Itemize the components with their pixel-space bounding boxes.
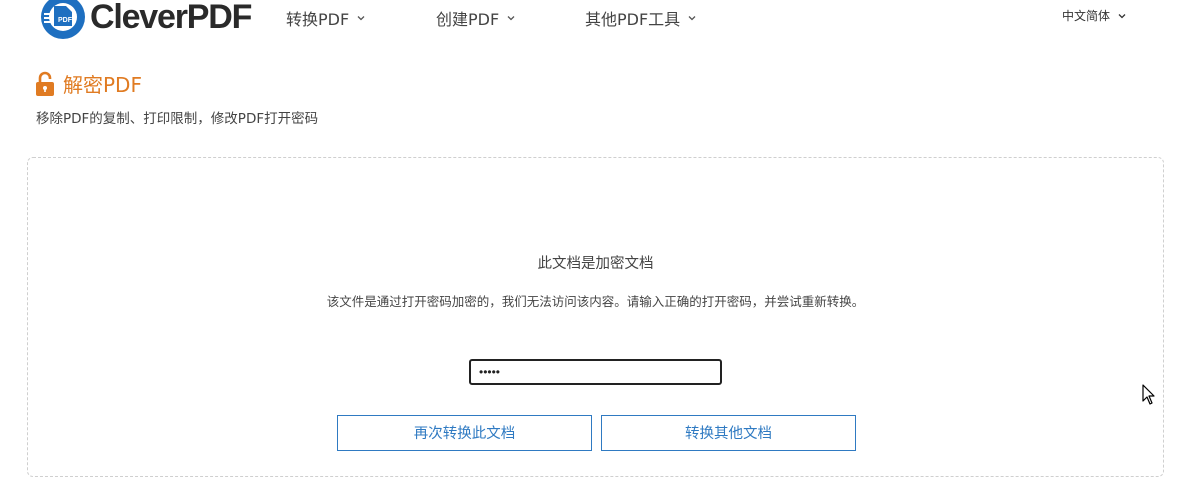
- page-title-text: 解密PDF: [63, 73, 142, 97]
- logo-text: CleverPDF: [90, 0, 252, 36]
- page-title: 解密PDF: [35, 69, 142, 98]
- encrypted-heading: 此文档是加密文档: [537, 256, 654, 272]
- logo[interactable]: PDF CleverPDF: [40, 0, 252, 40]
- chevron-down-icon: [507, 16, 515, 21]
- language-selector[interactable]: 中文简体: [1062, 7, 1126, 24]
- nav-create-pdf[interactable]: 创建PDF: [436, 6, 515, 30]
- mouse-pointer-icon: [1142, 384, 1155, 405]
- logo-badge-text: PDF: [58, 17, 73, 24]
- cleverpdf-logo-icon: PDF: [41, 0, 85, 39]
- nav-convert-pdf-label: 转换PDF: [286, 10, 350, 29]
- nav-other-tools-label: 其他PDF工具: [585, 10, 681, 29]
- page-subtitle: 移除PDF的复制、打印限制，修改PDF打开密码: [36, 111, 319, 127]
- site-header: PDF CleverPDF 转换PDF 创建PDF 其他PDF工具 中文简体: [0, 0, 1177, 44]
- upload-panel: [27, 157, 1164, 477]
- language-label: 中文简体: [1062, 9, 1111, 23]
- chevron-down-icon: [688, 16, 696, 21]
- chevron-down-icon: [357, 16, 365, 21]
- nav-create-pdf-label: 创建PDF: [436, 10, 500, 29]
- encrypted-description: 该文件是通过打开密码加密的，我们无法访问该内容。请输入正确的打开密码，并尝试重新…: [326, 294, 865, 309]
- nav-other-tools[interactable]: 其他PDF工具: [585, 6, 696, 30]
- unlock-icon: [36, 71, 54, 96]
- nav-convert-pdf[interactable]: 转换PDF: [286, 6, 365, 30]
- retry-convert-button[interactable]: 再次转换此文档: [337, 415, 592, 451]
- password-input[interactable]: [469, 359, 722, 385]
- convert-other-button[interactable]: 转换其他文档: [601, 415, 856, 451]
- chevron-down-icon: [1118, 13, 1126, 18]
